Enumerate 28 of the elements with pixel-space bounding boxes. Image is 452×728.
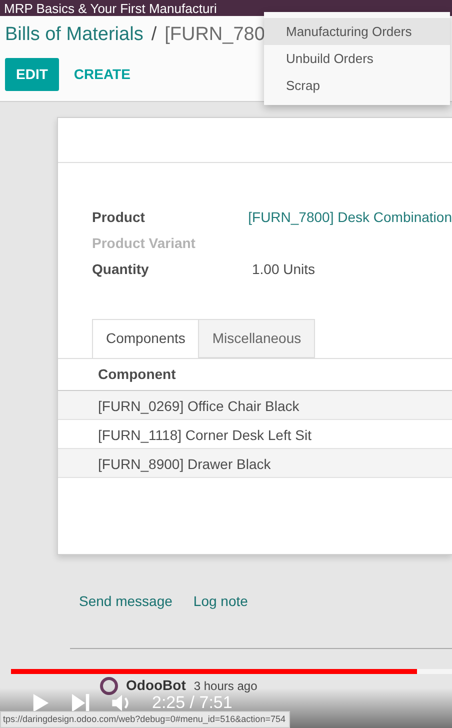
tab[interactable]: Components	[92, 318, 200, 358]
table-cell: [FURN_0269] Office Chair Black	[98, 398, 300, 414]
field-value-link[interactable]: [FURN_7800] Desk Combination	[248, 207, 452, 228]
breadcrumb-separator: /	[151, 23, 157, 47]
menu-item[interactable]: Unbuild Orders	[264, 45, 450, 72]
field-value: 1.00 Units	[252, 260, 316, 279]
column-header: Component	[98, 366, 176, 382]
chatter-link[interactable]: Send message	[79, 590, 172, 612]
next-icon[interactable]	[70, 694, 92, 712]
field-label: Product Variant	[92, 234, 196, 253]
message-author: OdooBot	[126, 676, 186, 695]
field-label: Product	[92, 208, 146, 227]
field-label: Quantity	[92, 260, 150, 279]
avatar	[100, 676, 118, 694]
edit-button[interactable]: EDIT	[5, 58, 59, 90]
video-title: MRP Basics & Your First Manufacturi	[3, 0, 217, 16]
table-cell: [FURN_8900] Drawer Black	[98, 456, 271, 472]
chatter-link[interactable]: Log note	[193, 590, 248, 612]
create-button[interactable]: CREATE	[62, 58, 142, 90]
message-time: 3 hours ago	[194, 678, 258, 694]
video-time: 2:25 / 7:51	[152, 694, 232, 712]
tab[interactable]: Miscellaneous	[199, 318, 316, 358]
status-url: tps://daringdesign.odoo.com/web?debug=0#menu_id=516&action=754	[0, 710, 290, 728]
breadcrumb-link[interactable]: Bills of Materials	[5, 21, 144, 50]
menu-item[interactable]: Manufacturing Orders	[264, 18, 450, 45]
table-cell: [FURN_1118] Corner Desk Left Sit	[98, 426, 312, 442]
menu-item[interactable]: Scrap	[264, 72, 450, 99]
breadcrumb-current: [FURN_780	[164, 23, 265, 47]
